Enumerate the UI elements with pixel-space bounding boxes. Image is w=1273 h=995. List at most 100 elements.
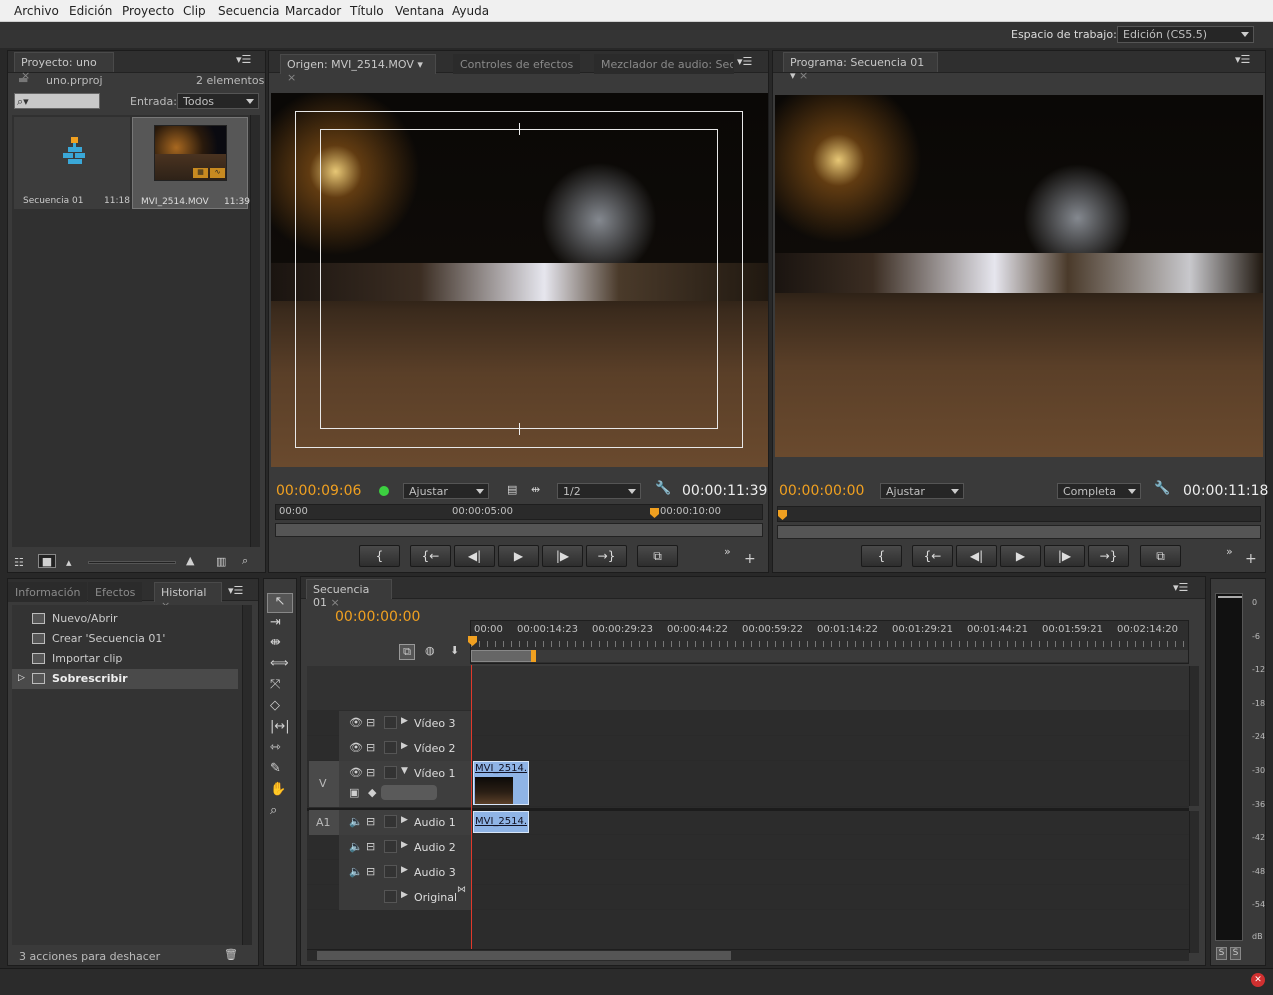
program-timecode[interactable]: 00:00:00:00	[779, 483, 864, 499]
sync-lock-toggle[interactable]	[384, 890, 397, 903]
sync-lock-toggle[interactable]	[384, 840, 397, 853]
film-icon[interactable]: ▤	[507, 483, 517, 496]
panel-menu-icon[interactable]: ▾☰	[236, 53, 251, 66]
wrench-icon[interactable]: 🔧	[655, 481, 671, 496]
program-time-ruler[interactable]	[777, 506, 1261, 522]
marker-bulb-icon[interactable]: ◍	[425, 644, 435, 657]
audio-scrollbar[interactable]	[1189, 811, 1199, 953]
panel-menu-icon[interactable]: ▾☰	[1173, 581, 1188, 594]
expand-icon[interactable]: ▶	[401, 741, 408, 751]
video-scrollbar[interactable]	[1189, 666, 1199, 806]
speaker-icon[interactable]: 🔈	[349, 815, 363, 828]
slide-tool-icon[interactable]: ⇿	[270, 740, 281, 755]
sync-lock-toggle[interactable]	[384, 766, 397, 779]
selection-tool-icon[interactable]: ↖	[267, 593, 293, 613]
menu-ayuda[interactable]: Ayuda	[452, 4, 489, 18]
trash-icon[interactable]: 🗑	[224, 948, 238, 961]
tab-informacion[interactable]: Información	[8, 582, 88, 602]
add-button-icon[interactable]: +	[1245, 551, 1257, 567]
bin-item-secuencia[interactable]: Secuencia 01 11:18	[14, 117, 130, 209]
step-forward-button[interactable]: |▶	[1044, 545, 1085, 567]
speaker-icon[interactable]: 🔈	[349, 840, 363, 853]
sync-lock-toggle[interactable]	[384, 815, 397, 828]
program-zoom-scrollbar[interactable]	[777, 525, 1261, 539]
source-resolution-dropdown[interactable]: 1/2	[557, 483, 641, 499]
tab-programa[interactable]: Programa: Secuencia 01 ▾ ×	[783, 52, 938, 82]
snap-icon[interactable]: ⧉	[399, 644, 415, 660]
mark-in-button[interactable]: {	[861, 545, 902, 567]
sync-lock-toggle[interactable]	[384, 741, 397, 754]
list-view-icon[interactable]: ☷	[14, 556, 24, 569]
menu-titulo[interactable]: Título	[350, 4, 384, 18]
play-button[interactable]: ▶	[498, 545, 539, 567]
timeline-timecode[interactable]: 00:00:00:00	[335, 609, 420, 625]
history-item-selected[interactable]: ▷ Sobrescribir	[12, 669, 238, 689]
eye-icon[interactable]: 👁	[349, 716, 363, 729]
source-zoom-scrollbar[interactable]	[275, 523, 763, 537]
history-item[interactable]: Crear 'Secuencia 01'	[12, 629, 238, 649]
lock-icon[interactable]: ⊟	[366, 840, 375, 853]
wrench-icon[interactable]: 🔧	[1154, 481, 1170, 496]
panel-menu-icon[interactable]: ▾☰	[228, 584, 243, 597]
more-controls-icon[interactable]: »	[1226, 545, 1233, 558]
icon-view-icon[interactable]: ■	[38, 554, 56, 568]
go-to-in-button[interactable]: {←	[410, 545, 451, 567]
lock-icon[interactable]: ⊟	[366, 716, 375, 729]
program-playhead-icon[interactable]	[778, 510, 787, 520]
program-resolution-dropdown[interactable]: Completa	[1057, 483, 1141, 499]
menu-ventana[interactable]: Ventana	[395, 4, 444, 18]
expand-icon[interactable]: ▶	[401, 840, 408, 850]
lock-icon[interactable]: ⊟	[366, 741, 375, 754]
expand-icon[interactable]: ▶	[401, 890, 408, 900]
expand-icon[interactable]: ▶	[401, 815, 408, 825]
collapse-icon[interactable]: ▼	[401, 766, 408, 776]
drop-frame-icon[interactable]: ⇹	[531, 483, 540, 496]
resize-icon[interactable]: ⋈	[457, 885, 466, 895]
source-fit-dropdown[interactable]: Ajustar	[403, 483, 489, 499]
entrada-dropdown[interactable]: Todos	[177, 93, 259, 109]
lock-icon[interactable]: ⊟	[366, 815, 375, 828]
solo-right-button[interactable]: S	[1230, 947, 1241, 960]
pen-tool-icon[interactable]: ✎	[270, 761, 281, 776]
history-item[interactable]: Importar clip	[12, 649, 238, 669]
keyframe-nav-button[interactable]	[381, 785, 437, 800]
project-scrollbar[interactable]	[250, 115, 260, 547]
insert-button[interactable]: ⧉	[637, 545, 678, 567]
menu-archivo[interactable]: Archivo	[14, 4, 59, 18]
add-marker-icon[interactable]: ⬇	[450, 644, 459, 657]
history-scrollbar[interactable]	[242, 605, 252, 945]
step-back-button[interactable]: ◀|	[956, 545, 997, 567]
go-to-out-button[interactable]: →}	[1088, 545, 1129, 567]
lock-icon[interactable]: ⊟	[366, 865, 375, 878]
expand-icon[interactable]: ▶	[401, 716, 408, 726]
lift-button[interactable]: ⧉	[1140, 545, 1181, 567]
automate-icon[interactable]: ▥	[216, 555, 226, 568]
track-select-tool-icon[interactable]: ⇥	[270, 615, 281, 630]
go-to-in-button[interactable]: {←	[912, 545, 953, 567]
menu-clip[interactable]: Clip	[183, 4, 206, 18]
menu-edicion[interactable]: Edición	[69, 4, 112, 18]
menu-marcador[interactable]: Marcador	[285, 4, 341, 18]
step-forward-button[interactable]: |▶	[542, 545, 583, 567]
audio-target-button[interactable]: A1	[309, 810, 339, 835]
ripple-edit-tool-icon[interactable]: ⇼	[270, 635, 281, 650]
audio-clip[interactable]: MVI_2514.	[473, 811, 529, 833]
tab-secuencia[interactable]: Secuencia 01 ×	[306, 579, 392, 609]
tab-mezclador[interactable]: Mezclador de audio: Secu	[594, 54, 734, 74]
step-back-button[interactable]: ◀|	[454, 545, 495, 567]
tab-efectos[interactable]: Efectos	[88, 582, 143, 602]
video-target-button[interactable]: V	[309, 761, 339, 807]
keyframe-icon[interactable]: ◆	[368, 786, 376, 799]
speaker-icon[interactable]: 🔈	[349, 865, 363, 878]
history-item[interactable]: Nuevo/Abrir	[12, 609, 238, 629]
tab-historial[interactable]: Historial ×	[154, 582, 222, 612]
work-area-bar[interactable]	[471, 650, 533, 662]
razor-tool-icon[interactable]: ◇	[270, 698, 280, 713]
video-clip[interactable]: MVI_2514.	[473, 761, 529, 805]
error-icon[interactable]: ✕	[1251, 973, 1265, 987]
source-time-ruler[interactable]: 00:00 00:00:05:00 00:00:10:00	[275, 504, 763, 520]
add-button-icon[interactable]: +	[744, 551, 756, 567]
eye-icon[interactable]: 👁	[349, 741, 363, 754]
work-area-end-handle[interactable]	[531, 650, 536, 662]
timeline-h-scrollbar[interactable]	[307, 949, 1189, 961]
